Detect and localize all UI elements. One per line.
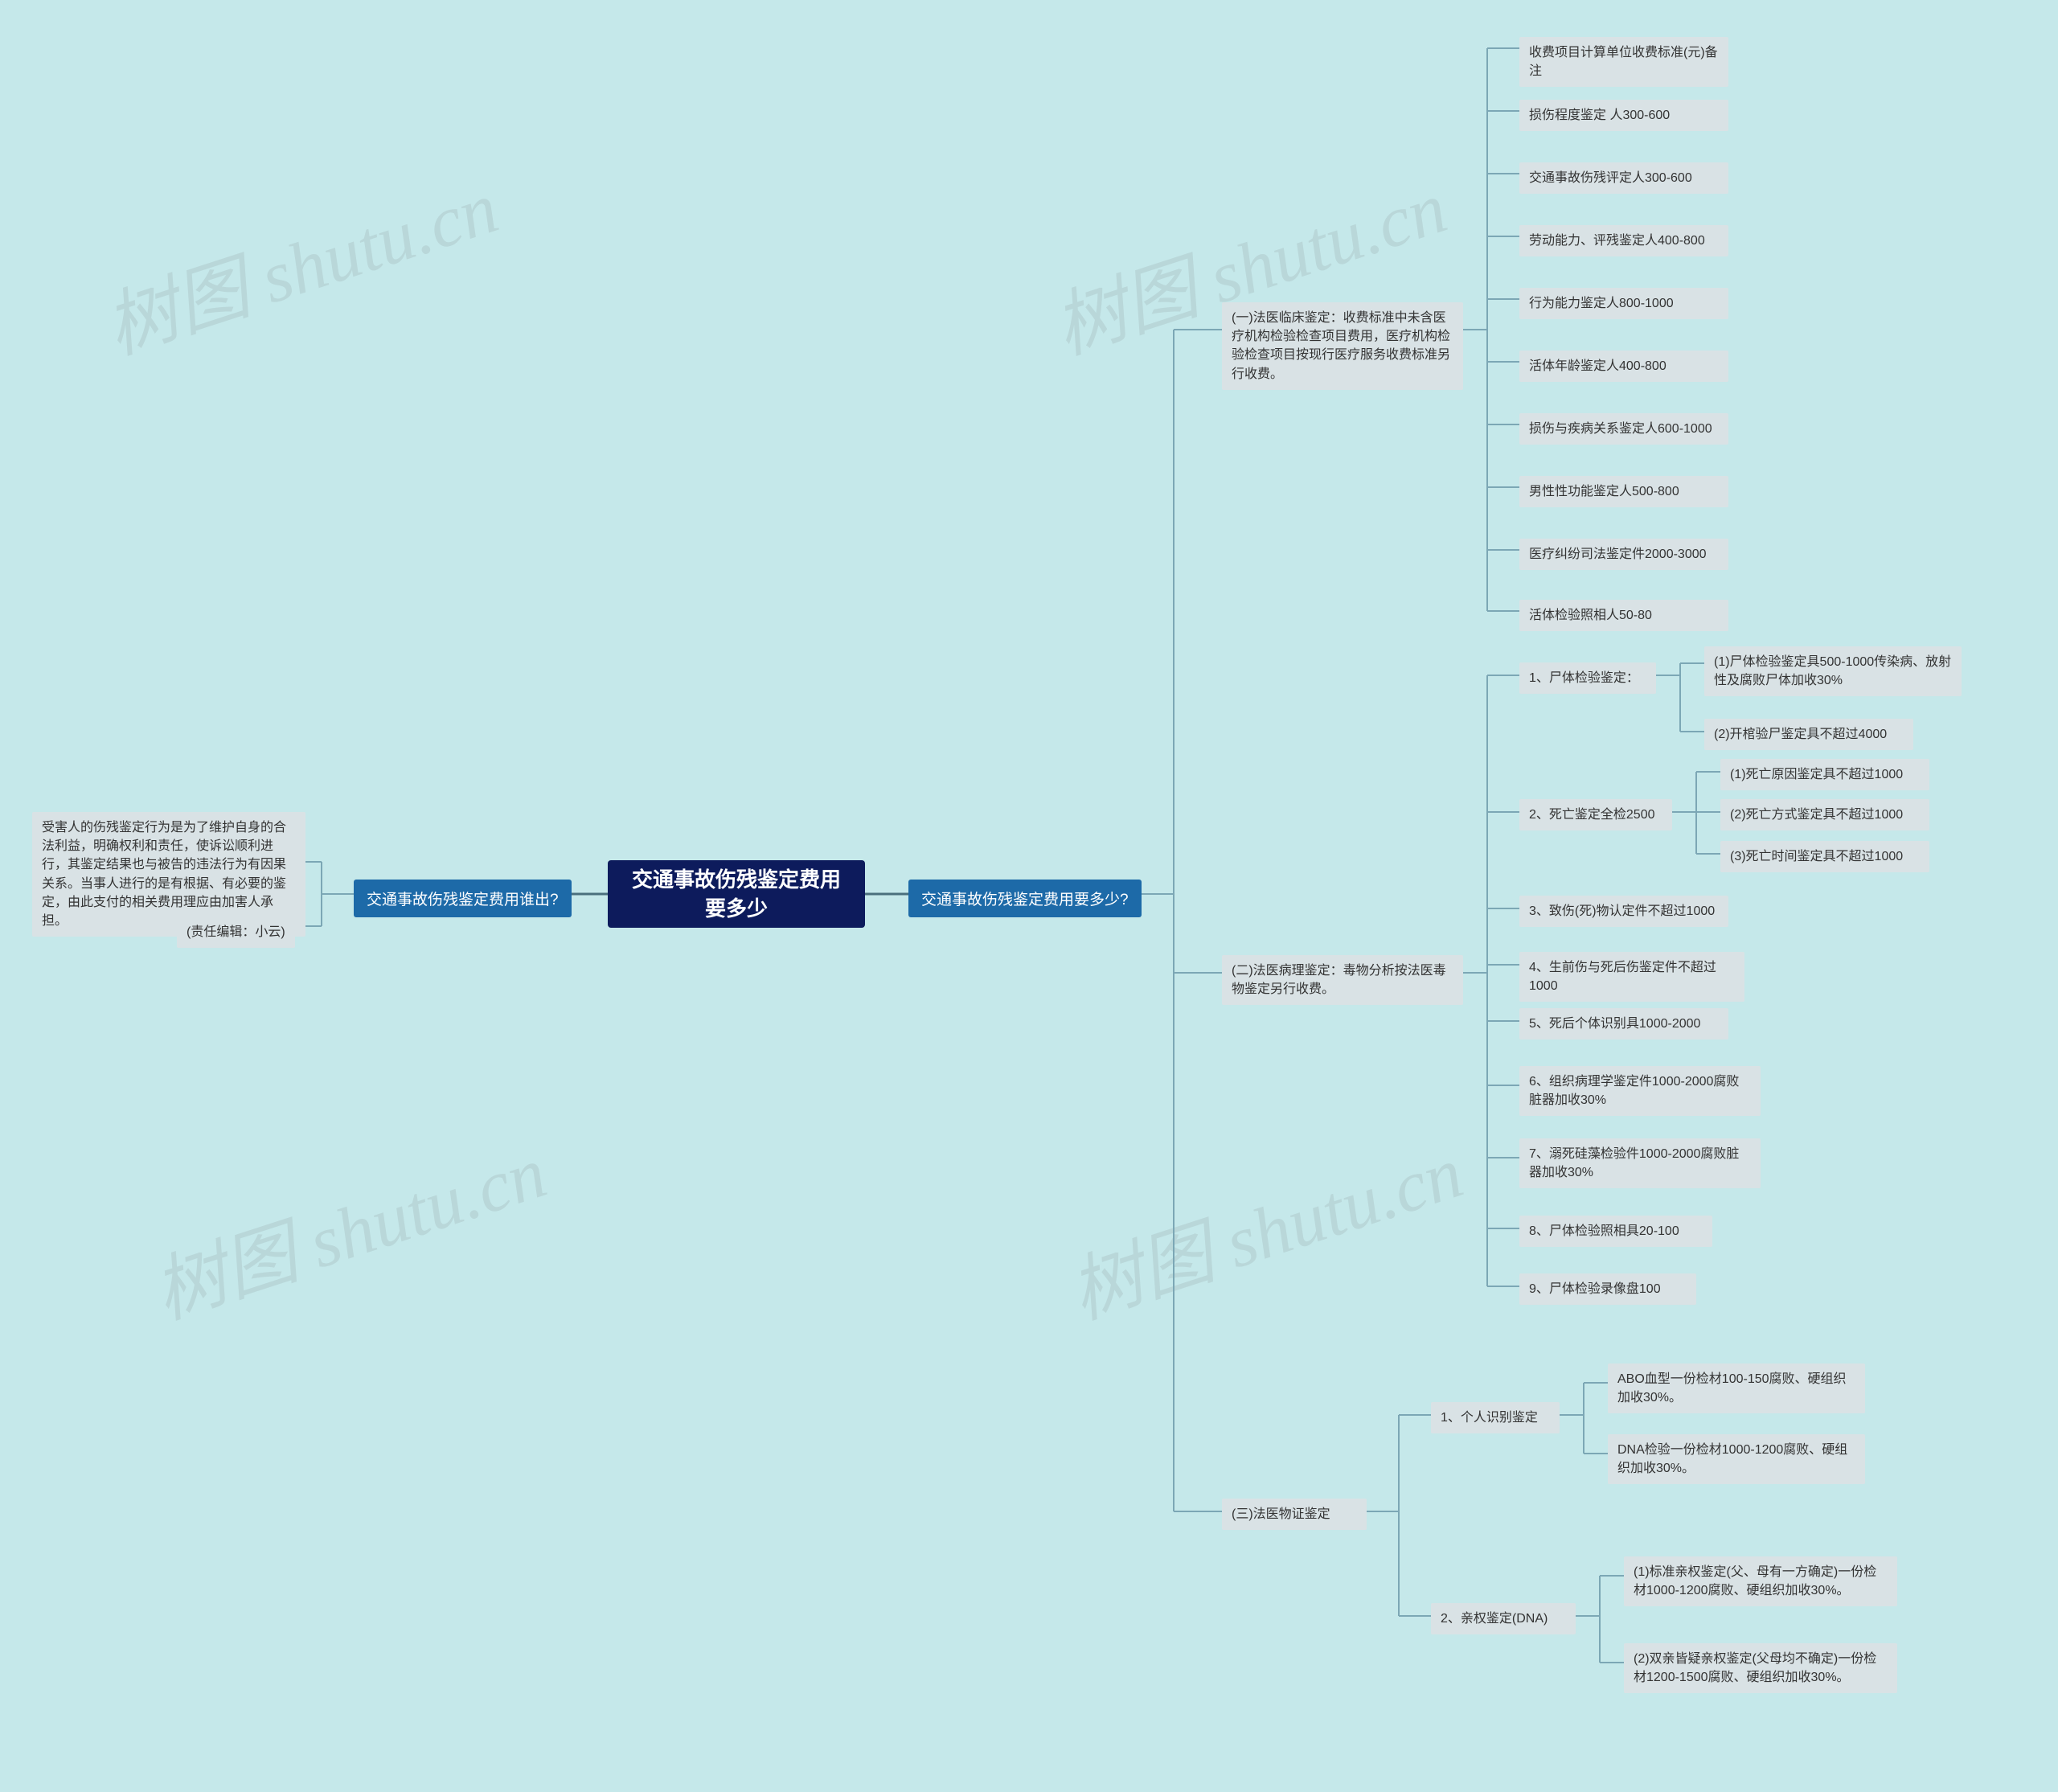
s2-n1-c2: (2)开棺验尸鉴定具不超过4000 [1704,719,1913,750]
s2-n2-c1: (1)死亡原因鉴定具不超过1000 [1720,759,1929,790]
s1-row-3: 劳动能力、评残鉴定人400-800 [1519,225,1728,256]
watermark: 树图 shutu.cn [1055,1113,1473,1339]
s2-n4: 4、生前伤与死后伤鉴定件不超过1000 [1519,952,1744,1002]
s2-n8: 8、尸体检验照相具20-100 [1519,1216,1712,1247]
s2-n2-c2: (2)死亡方式鉴定具不超过1000 [1720,799,1929,830]
s3-g1-label[interactable]: 1、个人识别鉴定 [1431,1402,1560,1433]
s1-row-1: 损伤程度鉴定 人300-600 [1519,100,1728,131]
s1-row-5: 活体年龄鉴定人400-800 [1519,351,1728,382]
s3-g1-c2: DNA检验一份检材1000-1200腐败、硬组织加收30%。 [1608,1434,1865,1484]
left-question[interactable]: 交通事故伤残鉴定费用谁出? [354,880,572,917]
s2-n3: 3、致伤(死)物认定件不超过1000 [1519,896,1728,927]
s2-n2-label[interactable]: 2、死亡鉴定全检2500 [1519,799,1672,830]
section-1-title[interactable]: (一)法医临床鉴定：收费标准中未含医疗机构检验检查项目费用，医疗机构检验检查项目… [1222,302,1463,390]
right-question[interactable]: 交通事故伤残鉴定费用要多少? [908,880,1142,917]
s3-g2-c1: (1)标准亲权鉴定(父、母有一方确定)一份检材1000-1200腐败、硬组织加收… [1624,1556,1897,1606]
s3-g1-c1: ABO血型一份检材100-150腐败、硬组织加收30%。 [1608,1363,1865,1413]
s2-n5: 5、死后个体识别具1000-2000 [1519,1008,1728,1040]
s2-n2-c3: (3)死亡时间鉴定具不超过1000 [1720,841,1929,872]
s2-n1-label[interactable]: 1、尸体检验鉴定： [1519,662,1656,694]
s1-row-0: 收费项目计算单位收费标准(元)备注 [1519,37,1728,87]
section-3-title[interactable]: (三)法医物证鉴定 [1222,1499,1367,1530]
s2-n9: 9、尸体检验录像盘100 [1519,1273,1696,1305]
s1-row-4: 行为能力鉴定人800-1000 [1519,288,1728,319]
root-node[interactable]: 交通事故伤残鉴定费用要多少 [608,860,865,928]
watermark: 树图 shutu.cn [138,1113,556,1339]
s2-n7: 7、溺死硅藻检验件1000-2000腐败脏器加收30% [1519,1138,1761,1188]
watermark: 树图 shutu.cn [90,149,508,374]
s1-row-7: 男性性功能鉴定人500-800 [1519,476,1728,507]
left-answer-editor: (责任编辑：小云) [177,917,295,948]
s3-g2-label[interactable]: 2、亲权鉴定(DNA) [1431,1603,1576,1634]
s1-row-2: 交通事故伤残评定人300-600 [1519,162,1728,194]
s3-g2-c2: (2)双亲皆疑亲权鉴定(父母均不确定)一份检材1200-1500腐败、硬组织加收… [1624,1643,1897,1693]
s1-row-6: 损伤与疾病关系鉴定人600-1000 [1519,413,1728,445]
s2-n1-c1: (1)尸体检验鉴定具500-1000传染病、放射性及腐败尸体加收30% [1704,646,1962,696]
s1-row-9: 活体检验照相人50-80 [1519,600,1728,631]
s1-row-8: 医疗纠纷司法鉴定件2000-3000 [1519,539,1728,570]
section-2-title[interactable]: (二)法医病理鉴定：毒物分析按法医毒物鉴定另行收费。 [1222,955,1463,1005]
s2-n6: 6、组织病理学鉴定件1000-2000腐败脏器加收30% [1519,1066,1761,1116]
